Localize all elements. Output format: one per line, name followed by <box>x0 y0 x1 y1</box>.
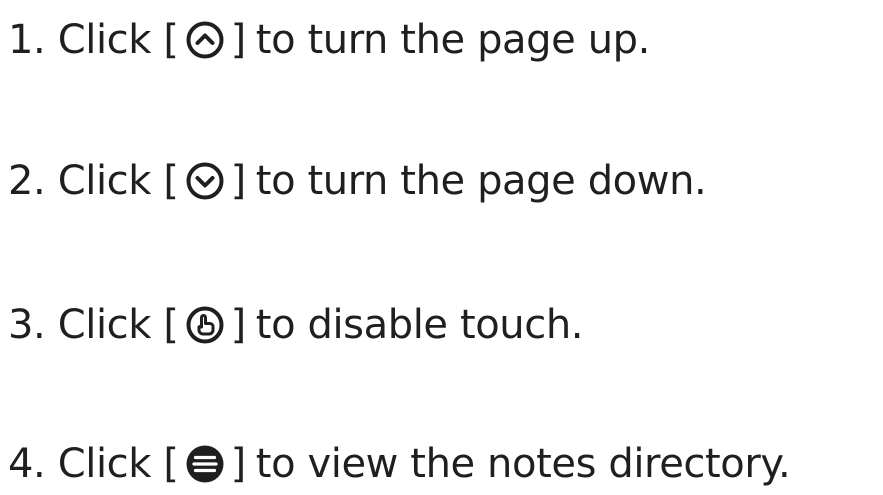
step-verb: Click <box>57 17 152 63</box>
step-number: 1. <box>8 17 46 63</box>
chevron-up-circle-icon <box>185 20 225 60</box>
open-bracket: [ <box>163 302 179 348</box>
instruction-step-1: 1. Click [ ] to turn the page up. <box>8 12 650 68</box>
step-verb: Click <box>57 441 152 487</box>
open-bracket: [ <box>163 158 179 204</box>
step-verb: Click <box>57 158 152 204</box>
close-bracket: ] <box>230 17 247 63</box>
step-text: to turn the page up. <box>255 17 651 63</box>
step-verb: Click <box>57 302 152 348</box>
step-number: 3. <box>8 302 46 348</box>
step-number: 4. <box>8 441 46 487</box>
open-bracket: [ <box>163 441 179 487</box>
step-text: to disable touch. <box>255 302 584 348</box>
notes-directory-icon <box>185 444 225 484</box>
chevron-down-circle-icon <box>185 161 225 201</box>
instruction-step-3: 3. Click [ ] to disable touch. <box>8 297 584 353</box>
touch-hand-icon <box>185 305 225 345</box>
close-bracket: ] <box>230 302 247 348</box>
step-text: to turn the page down. <box>255 158 707 204</box>
instruction-step-2: 2. Click [ ] to turn the page down. <box>8 153 707 209</box>
step-number: 2. <box>8 158 46 204</box>
instruction-step-4: 4. Click [ ] to view the notes directory. <box>8 436 791 492</box>
close-bracket: ] <box>230 158 247 204</box>
close-bracket: ] <box>230 441 247 487</box>
step-text: to view the notes directory. <box>255 441 791 487</box>
open-bracket: [ <box>163 17 179 63</box>
